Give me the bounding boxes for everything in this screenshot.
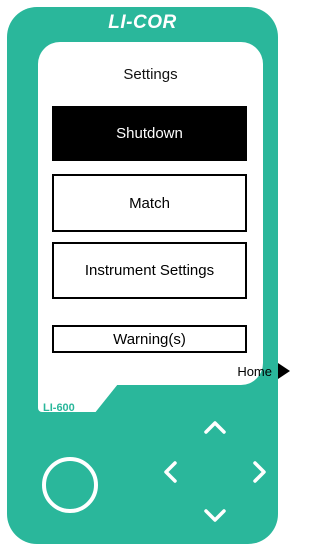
instrument-settings-button[interactable]: Instrument Settings bbox=[52, 242, 247, 299]
dpad-right-button[interactable] bbox=[246, 459, 272, 485]
chevron-up-icon bbox=[204, 421, 226, 434]
match-button[interactable]: Match bbox=[52, 174, 247, 232]
model-label: LI-600 bbox=[43, 402, 75, 414]
screen-title: Settings bbox=[123, 66, 178, 83]
warnings-button[interactable]: Warning(s) bbox=[52, 325, 247, 353]
dpad-up-button[interactable] bbox=[202, 414, 228, 440]
home-link[interactable]: Home bbox=[237, 363, 290, 379]
dpad-left-button[interactable] bbox=[158, 459, 184, 485]
play-icon bbox=[278, 363, 290, 379]
chevron-right-icon bbox=[253, 461, 266, 483]
dpad-down-button[interactable] bbox=[202, 503, 228, 529]
shutdown-button[interactable]: Shutdown bbox=[52, 106, 247, 161]
home-label: Home bbox=[237, 363, 272, 379]
chevron-down-icon bbox=[204, 509, 226, 522]
brand-logo: LI-COR bbox=[108, 12, 177, 33]
power-button[interactable] bbox=[42, 457, 98, 513]
chevron-left-icon bbox=[164, 461, 177, 483]
